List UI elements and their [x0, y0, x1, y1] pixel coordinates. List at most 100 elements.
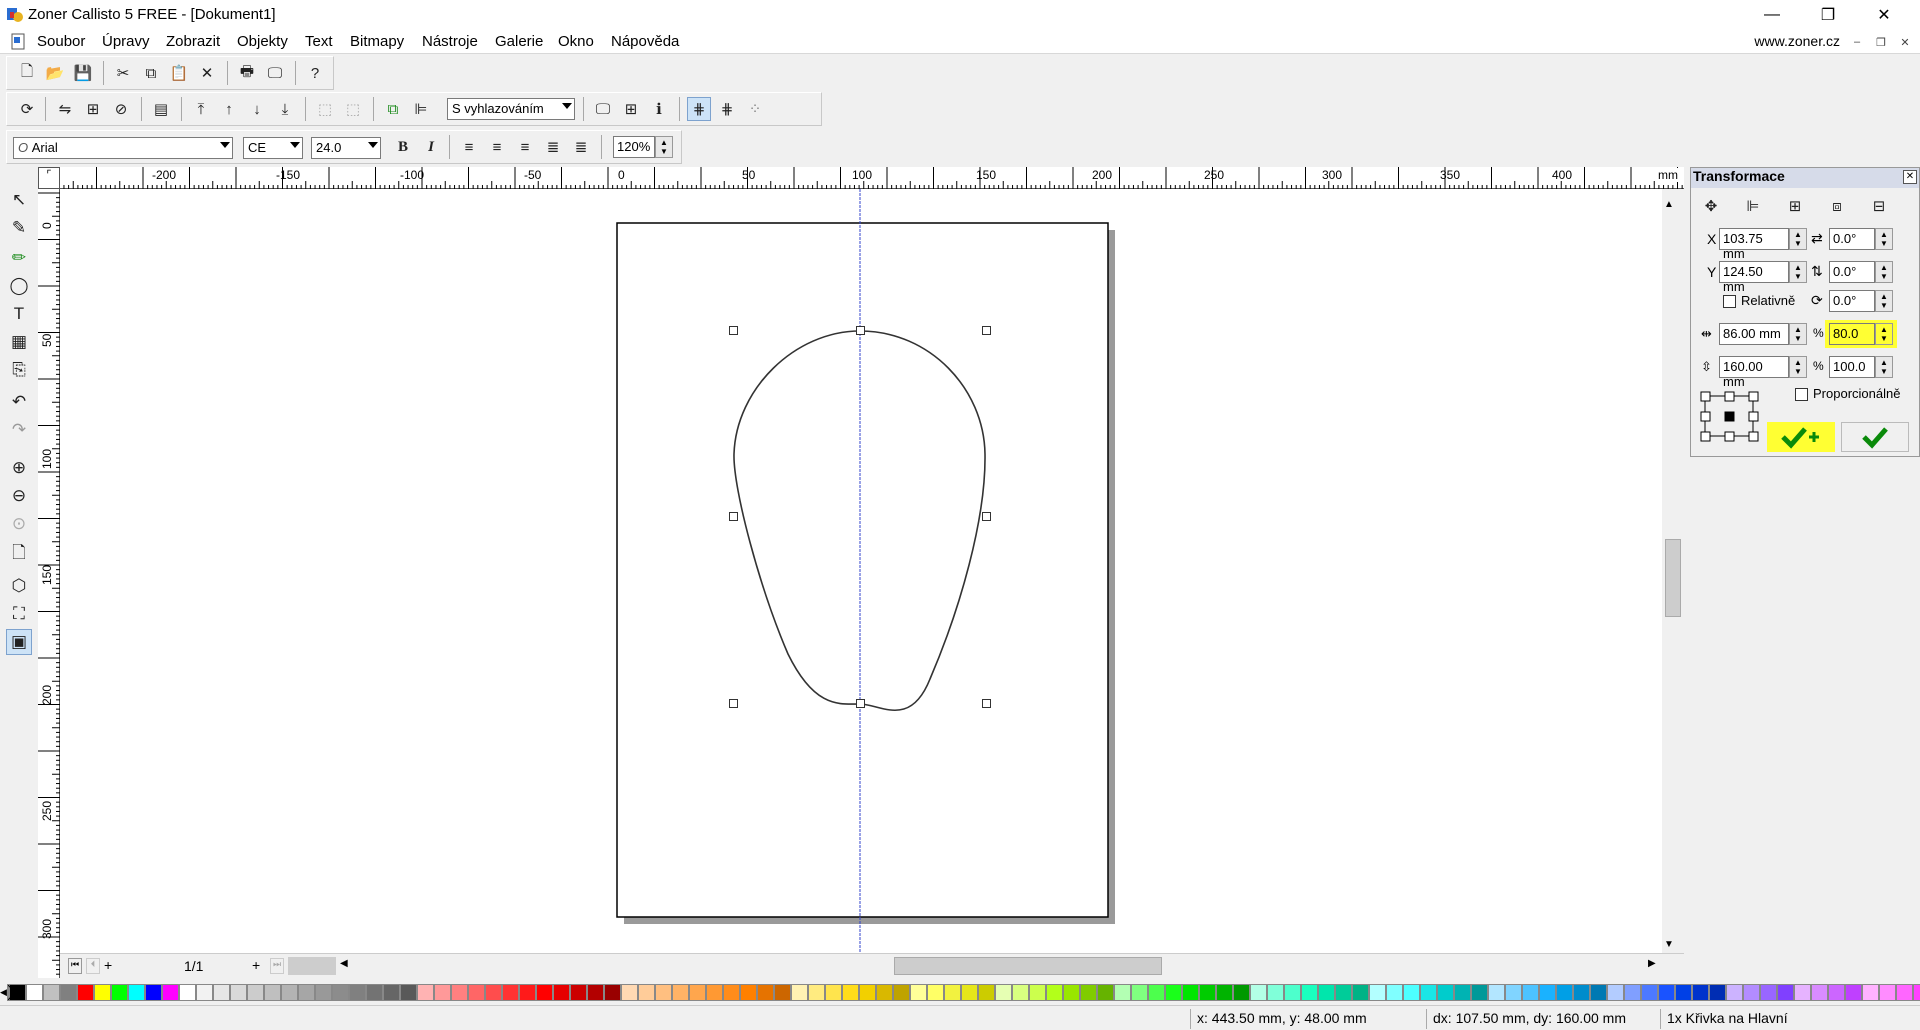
move-tab-icon[interactable]: ✥ [1699, 194, 1723, 218]
add-page-after-icon[interactable]: + [252, 957, 260, 973]
x-spinner[interactable]: ▲ ▼ [1789, 228, 1807, 250]
transform-tool-icon[interactable]: ⛶ [6, 601, 32, 627]
snap-icon[interactable]: ⋕ [715, 97, 739, 121]
zoom-out-icon[interactable]: ⊖ [6, 483, 32, 509]
selection-handle[interactable] [982, 699, 991, 708]
undo-tool-icon[interactable]: ↶ [6, 389, 32, 415]
first-page-icon[interactable]: ⏮ [68, 958, 82, 974]
color-swatch[interactable] [382, 983, 400, 1001]
skew-tab-icon[interactable]: ⊟ [1867, 194, 1891, 218]
align-right-icon[interactable]: ≡ [513, 135, 537, 159]
anchor-point-grid[interactable] [1699, 390, 1763, 449]
new-file-icon[interactable]: 🗋 [15, 61, 39, 85]
color-swatch[interactable] [1725, 983, 1743, 1001]
color-swatch[interactable] [127, 983, 145, 1001]
color-swatch[interactable] [1079, 983, 1097, 1001]
color-swatch[interactable] [552, 983, 570, 1001]
color-swatch[interactable] [1351, 983, 1369, 1001]
color-swatch[interactable] [688, 983, 706, 1001]
color-swatch[interactable] [195, 983, 213, 1001]
website-link[interactable]: www.zoner.cz [1754, 33, 1840, 49]
color-swatch[interactable] [1147, 983, 1165, 1001]
properties-tool-icon[interactable]: ▣ [6, 629, 32, 655]
color-swatch[interactable] [1504, 983, 1522, 1001]
color-swatch[interactable] [450, 983, 468, 1001]
scroll-right-icon[interactable]: ▶ [1648, 958, 1656, 969]
ruler-corner-icon[interactable]: ⌜ [38, 167, 60, 189]
color-swatch[interactable] [1776, 983, 1794, 1001]
color-swatch[interactable] [1385, 983, 1403, 1001]
apply-button[interactable] [1841, 422, 1909, 452]
menu-soubor[interactable]: Soubor [37, 33, 85, 50]
color-swatch[interactable] [535, 983, 553, 1001]
select-tool-icon[interactable]: ↖ [6, 187, 32, 213]
color-swatch[interactable] [144, 983, 162, 1001]
align-tab-icon[interactable]: ⊫ [1741, 194, 1765, 218]
color-swatch[interactable] [1674, 983, 1692, 1001]
color-swatch[interactable] [1589, 983, 1607, 1001]
color-swatch[interactable] [739, 983, 757, 1001]
drawing-canvas[interactable] [60, 189, 1662, 953]
rotation-spinner-2[interactable]: ▲ ▼ [1875, 261, 1893, 283]
color-swatch[interactable] [1436, 983, 1454, 1001]
add-page-icon[interactable]: + [104, 957, 112, 973]
selection-handle[interactable] [729, 699, 738, 708]
color-swatch[interactable] [603, 983, 621, 1001]
encoding-select[interactable]: CE [243, 137, 303, 159]
no-color-swatch[interactable] [6, 983, 23, 1001]
palette-scroll-left-icon[interactable]: ◀ [0, 987, 7, 998]
smoothing-select[interactable]: S vyhlazováním [447, 98, 575, 120]
color-swatch[interactable] [1028, 983, 1046, 1001]
add-node-icon[interactable]: ⧉ [381, 97, 405, 121]
selection-handle[interactable] [729, 326, 738, 335]
info-icon[interactable]: ℹ [647, 97, 671, 121]
selection-handle[interactable] [982, 512, 991, 521]
menu-zobrazit[interactable]: Zobrazit [166, 33, 220, 50]
color-swatch[interactable] [909, 983, 927, 1001]
height-pct-spinner[interactable]: ▲ ▼ [1875, 356, 1893, 378]
mirror-icon[interactable]: ⇋ [53, 97, 77, 121]
rotation-spinner-3[interactable]: ▲ ▼ [1875, 290, 1893, 312]
color-swatch[interactable] [569, 983, 587, 1001]
curve-tool-icon[interactable]: ✏ [6, 245, 32, 271]
shape-tool-icon[interactable]: ⬡ [6, 573, 32, 599]
color-swatch[interactable] [943, 983, 961, 1001]
color-swatch[interactable] [1283, 983, 1301, 1001]
color-swatch[interactable] [161, 983, 179, 1001]
height-field[interactable]: 160.00 mm [1719, 356, 1789, 389]
menu-text[interactable]: Text [305, 33, 333, 50]
rotation-field-3[interactable]: 0.0° [1829, 290, 1875, 312]
color-swatch[interactable] [297, 983, 315, 1001]
color-swatch[interactable] [1521, 983, 1539, 1001]
proportional-checkbox[interactable] [1795, 388, 1808, 401]
zoom-fit-icon[interactable]: ⊙ [6, 511, 32, 537]
rotation-field-1[interactable]: 0.0° [1829, 228, 1875, 250]
color-swatch[interactable] [1538, 983, 1556, 1001]
color-swatch[interactable] [314, 983, 332, 1001]
color-swatch[interactable] [756, 983, 774, 1001]
color-swatch[interactable] [1487, 983, 1505, 1001]
color-swatch[interactable] [1878, 983, 1896, 1001]
color-swatch[interactable] [994, 983, 1012, 1001]
color-swatch[interactable] [1130, 983, 1148, 1001]
color-swatch[interactable] [841, 983, 859, 1001]
color-swatch[interactable] [263, 983, 281, 1001]
open-folder-icon[interactable]: 📂 [43, 61, 67, 85]
insert-tool-icon[interactable]: ⎘ [6, 357, 32, 383]
color-swatch[interactable] [773, 983, 791, 1001]
color-swatch[interactable] [1810, 983, 1828, 1001]
color-swatch[interactable] [501, 983, 519, 1001]
color-swatch[interactable] [654, 983, 672, 1001]
italic-button[interactable]: I [419, 135, 443, 159]
menu-bitmapy[interactable]: Bitmapy [350, 33, 404, 50]
color-swatch[interactable] [76, 983, 94, 1001]
color-swatch[interactable] [467, 983, 485, 1001]
bold-button[interactable]: B [391, 135, 415, 159]
document-icon[interactable] [10, 33, 28, 51]
color-swatch[interactable] [875, 983, 893, 1001]
mdi-close-button[interactable]: ✕ [1896, 34, 1914, 50]
page-setup-icon[interactable]: ▤ [149, 97, 173, 121]
menu-napoveda[interactable]: Nápověda [611, 33, 679, 50]
color-swatch[interactable] [365, 983, 383, 1001]
y-spinner[interactable]: ▲ ▼ [1789, 261, 1807, 283]
